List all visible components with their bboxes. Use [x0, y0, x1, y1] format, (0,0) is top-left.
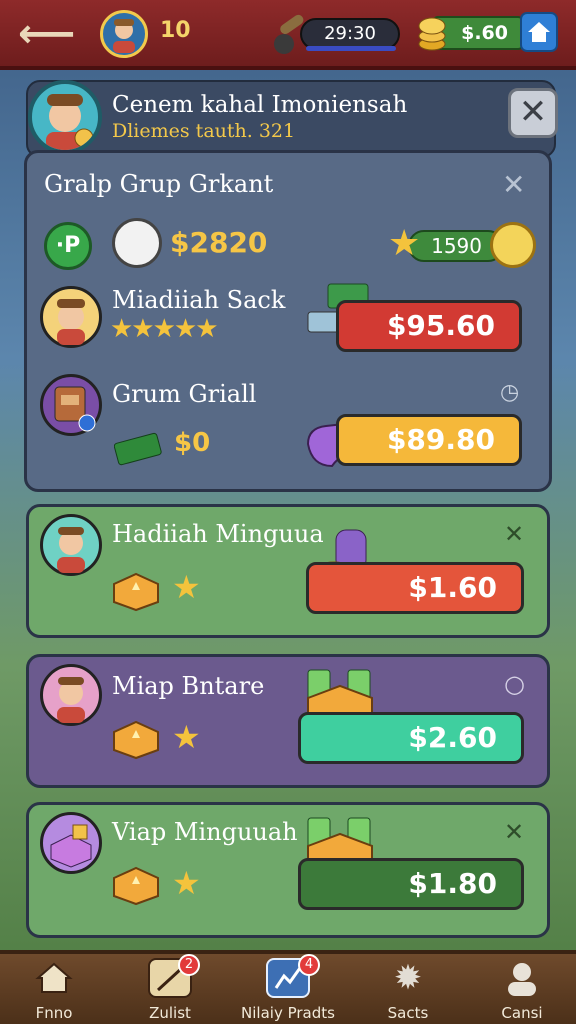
buy-button[interactable]: $1.80	[298, 858, 524, 910]
chest-icon	[110, 716, 162, 760]
gold-amount: $2820	[170, 226, 268, 259]
gift-avatar	[40, 812, 102, 874]
book-avatar	[40, 374, 102, 436]
merchant-avatar	[28, 80, 102, 154]
star-icon: ★	[172, 864, 201, 902]
nav-profile[interactable]: Cansi	[474, 958, 570, 1022]
profile-icon	[500, 958, 544, 998]
gold-token-icon	[490, 222, 536, 268]
buy-button[interactable]: $1.60	[306, 562, 524, 614]
home-icon[interactable]	[520, 12, 558, 52]
nav-home[interactable]: Fnno	[6, 958, 102, 1022]
nav-prizes[interactable]: Nilaiy Pradts	[240, 958, 336, 1022]
silver-coin-icon	[112, 218, 162, 268]
buy-button[interactable]: $2.60	[298, 712, 524, 764]
star-icon: ★	[172, 718, 201, 756]
chest-icon	[110, 568, 162, 612]
nav-label: Sacts	[387, 1004, 429, 1022]
notification-badge: 2	[178, 954, 200, 976]
player-avatar[interactable]	[100, 10, 148, 58]
nav-label: Zulist	[149, 1004, 191, 1022]
header-subtitle: Dliemes tauth. 321	[112, 120, 296, 142]
gear-icon: ✹	[393, 958, 423, 998]
header-title: Cenem kahal Imoniensah	[112, 92, 408, 118]
player-level: 10	[160, 18, 191, 43]
offer-name: Miadiiah Sack	[112, 286, 286, 314]
card-title: Hadiiah Minguua	[112, 520, 324, 548]
notification-badge: 4	[298, 954, 320, 976]
coin-stack-icon	[416, 12, 448, 52]
offer-name: Grum Griall	[112, 380, 257, 408]
nav-quests[interactable]: Zulist	[122, 958, 218, 1022]
panel-title: Gralp Grup Grkant	[44, 170, 274, 198]
seller-avatar	[40, 286, 102, 348]
star-icon: ★	[172, 568, 201, 606]
card-title: Viap Minguuah	[112, 818, 298, 846]
timer-progress	[306, 46, 396, 51]
chest-icon	[110, 862, 162, 906]
card-close-icon[interactable]: ✕	[504, 520, 524, 548]
nav-label: Nilaiy Pradts	[241, 1004, 335, 1022]
buy-button[interactable]: $95.60	[336, 300, 522, 352]
seller-avatar	[40, 514, 102, 576]
rating-stars: ★★★★★	[110, 314, 219, 344]
buy-button[interactable]: $89.80	[336, 414, 522, 466]
card-close-icon[interactable]: ✕	[504, 818, 524, 846]
panel-close-icon[interactable]: ✕	[502, 168, 525, 201]
nav-settings[interactable]: ✹ Sacts	[360, 958, 456, 1022]
home-icon	[32, 958, 76, 998]
back-arrow-icon[interactable]: ⟵	[18, 12, 75, 56]
close-button[interactable]: ✕	[508, 88, 558, 138]
star-icon: ★	[388, 223, 421, 264]
nav-label: Fnno	[35, 1004, 73, 1022]
points-button[interactable]: ·P	[44, 222, 92, 270]
nav-label: Cansi	[501, 1004, 543, 1022]
cash-icon	[113, 426, 164, 466]
cash-amount: $0	[174, 428, 211, 458]
card-radio-icon[interactable]: ○	[504, 670, 525, 698]
info-icon[interactable]: ◷	[500, 380, 519, 405]
card-title: Miap Bntare	[112, 672, 265, 700]
seller-avatar	[40, 664, 102, 726]
